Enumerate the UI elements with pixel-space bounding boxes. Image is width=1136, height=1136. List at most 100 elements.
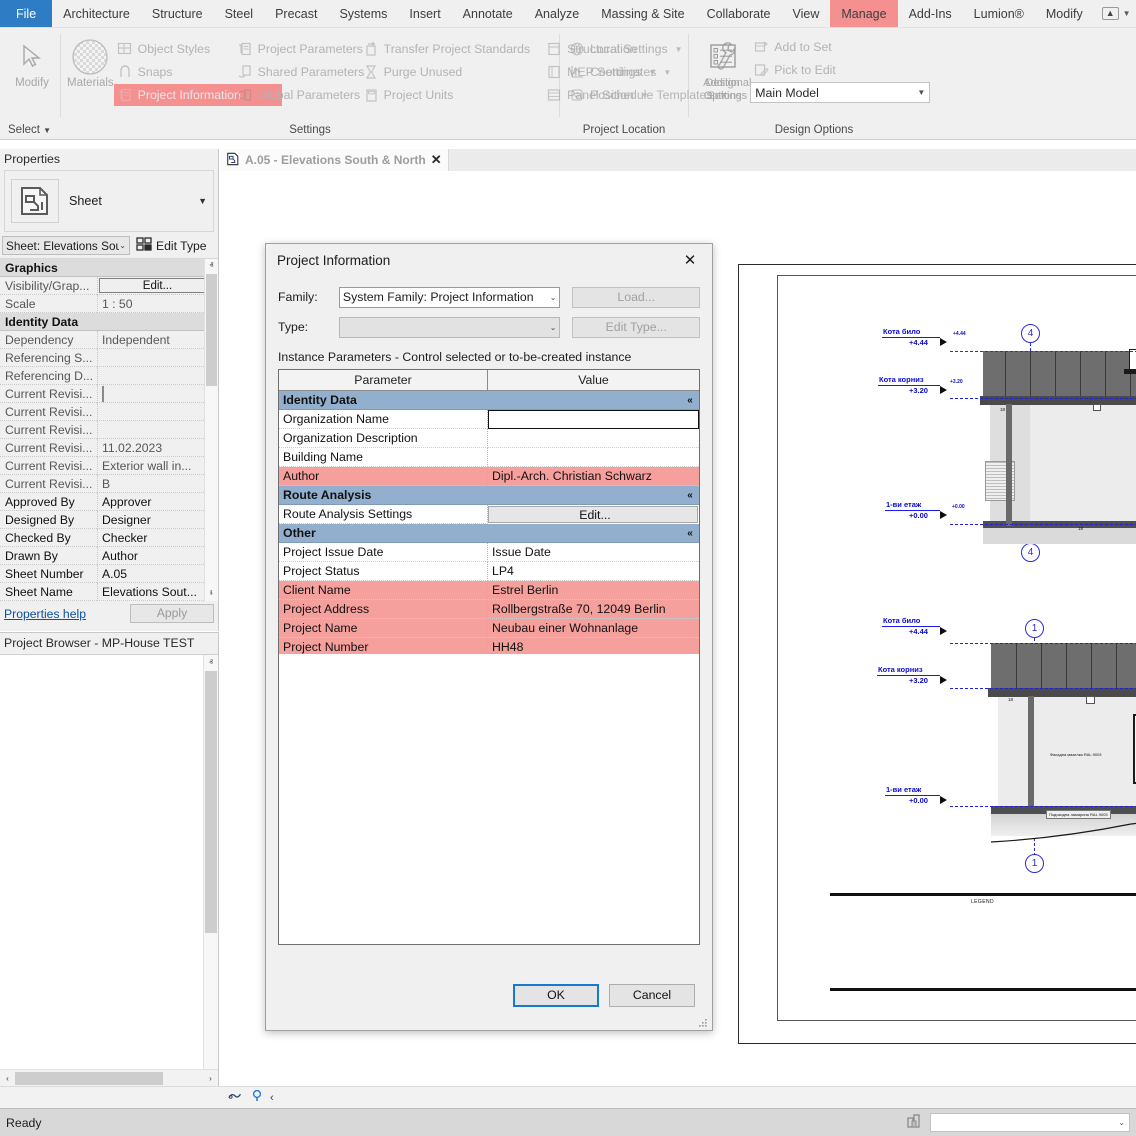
grid-bubble-4-bottom[interactable]: 4 [1021,543,1040,562]
purge-unused-button[interactable]: Purge Unused [360,61,536,83]
level-label-5[interactable]: 1-ви етаж [886,785,921,794]
project-status-input[interactable]: LP4 [488,562,699,581]
tab-systems[interactable]: Systems [328,0,398,27]
browser-horizontal-scrollbar[interactable]: ‹ › [0,1069,218,1086]
client-name-input[interactable]: Estrel Berlin [488,581,699,600]
param-section-identity-data[interactable]: Identity Data « [279,391,699,410]
param-section-route-analysis[interactable]: Route Analysis « [279,486,699,505]
shared-parameters-button[interactable]: Shared Parameters [234,61,360,83]
param-row-route-analysis-settings[interactable]: Route Analysis Settings Edit... [279,505,699,524]
tab-precast[interactable]: Precast [264,0,328,27]
ok-button[interactable]: OK [513,984,599,1007]
project-units-button[interactable]: Project Units [360,84,536,106]
tab-lumion[interactable]: Lumion® [963,0,1035,27]
family-combo[interactable]: System Family: Project Information ⌄ [339,287,561,308]
worksets-icon[interactable] [228,1089,244,1106]
param-row-project-issue-date[interactable]: Project Issue Date Issue Date [279,543,699,562]
level-label-3[interactable]: Кота било [883,616,920,625]
load-button[interactable]: Load... [572,287,700,308]
design-options-button[interactable]: Design Options [695,33,750,103]
author-input[interactable]: Dipl.-Arch. Christian Schwarz [488,467,699,486]
ribbon-display-options-button[interactable]: ▲ ▼ [1094,0,1136,27]
browser-scroll-thumb[interactable] [205,671,217,933]
add-to-set-button[interactable]: Add to Set [750,36,933,58]
coordinates-button[interactable]: Coordinates ▼ [566,61,682,83]
type-combo[interactable]: ⌄ [339,317,561,338]
param-row-building-name[interactable]: Building Name [279,448,699,467]
edit-type-button[interactable]: Edit Type... [572,317,700,338]
object-styles-button[interactable]: Object Styles [114,38,234,60]
param-row-project-address[interactable]: Project Address Rollbergstraße 70, 12049… [279,600,699,619]
scroll-up-icon[interactable]: ⱏ [204,655,218,670]
type-caret-icon[interactable]: ▼ [198,196,207,206]
pick-to-edit-button[interactable]: Pick to Edit [750,59,933,81]
scroll-right-icon[interactable]: › [203,1074,218,1083]
level-label-4[interactable]: Кота корниз [878,665,923,674]
project-address-input[interactable]: Rollbergstraße 70, 12049 Berlin [488,600,699,619]
param-row-project-name[interactable]: Project Name Neubau einer Wohnanlage [279,619,699,638]
project-parameters-button[interactable]: Project Parameters [234,38,360,60]
organization-name-input[interactable] [488,410,699,429]
location-button[interactable]: Location [566,38,682,60]
snaps-button[interactable]: Snaps [114,61,234,83]
tab-analyze[interactable]: Analyze [524,0,590,27]
position-button[interactable]: Position ▼ [566,84,682,106]
expand-left-icon[interactable]: ‹ [270,1092,274,1104]
design-options-status-icon[interactable] [252,1089,262,1106]
tab-insert[interactable]: Insert [398,0,451,27]
param-section-other[interactable]: Other « [279,524,699,543]
filter-selection-icon[interactable] [906,1112,924,1133]
cancel-button[interactable]: Cancel [609,984,695,1007]
project-name-input[interactable]: Neubau einer Wohnanlage [488,619,699,638]
tab-add-ins[interactable]: Add-Ins [898,0,963,27]
materials-button[interactable]: Materials [67,33,114,90]
view-tab-a05[interactable]: A.05 - Elevations South & North ✕ [220,149,449,171]
param-row-organization-description[interactable]: Organization Description [279,429,699,448]
grid-bubble-1-top[interactable]: 1 [1025,619,1044,638]
param-row-organization-name[interactable]: Organization Name [279,410,699,429]
apply-button[interactable]: Apply [130,604,214,623]
resize-grip-icon[interactable] [698,1017,708,1027]
tab-collaborate[interactable]: Collaborate [696,0,782,27]
type-selector-combo[interactable]: Sheet: Elevations Sou ⌄ [2,236,130,255]
building-name-input[interactable] [488,448,699,467]
global-parameters-button[interactable]: Global Parameters [234,84,360,106]
status-filter-combo[interactable]: ⌄ [930,1113,1130,1132]
collapse-icon[interactable]: « [681,524,699,543]
scroll-left-icon[interactable]: ‹ [0,1074,15,1083]
project-browser-tree[interactable]: ⱏ ⱛ ‹ › [0,654,218,1086]
project-issue-date-input[interactable]: Issue Date [488,543,699,562]
browser-h-thumb[interactable] [15,1072,163,1085]
scroll-down-icon[interactable]: ⱛ [205,587,218,601]
tab-massing-site[interactable]: Massing & Site [590,0,695,27]
properties-help-link[interactable]: Properties help [4,607,86,621]
tab-file[interactable]: File [0,0,52,27]
grid-bubble-1-bottom[interactable]: 1 [1025,854,1044,873]
transfer-project-standards-button[interactable]: Transfer Project Standards [360,38,536,60]
collapse-icon[interactable]: « [681,391,699,410]
level-label-2[interactable]: 1-ви етаж [886,500,921,509]
scroll-up-icon[interactable]: ⱏ [205,259,218,273]
level-label-1[interactable]: Кота корниз [879,375,924,384]
param-row-author[interactable]: Author Dipl.-Arch. Christian Schwarz [279,467,699,486]
properties-scroll-thumb[interactable] [206,274,217,386]
tab-structure[interactable]: Structure [141,0,214,27]
close-icon[interactable]: ✕ [668,245,712,276]
tab-manage[interactable]: Manage [830,0,897,27]
modify-button[interactable]: Modify [10,33,54,90]
level-label-0[interactable]: Кота било [883,327,920,336]
type-selector-preview[interactable]: Sheet ▼ [4,170,214,232]
grid-bubble-4-top[interactable]: 4 [1021,324,1040,343]
tab-steel[interactable]: Steel [214,0,265,27]
properties-scrollbar[interactable]: ⱏ ⱛ [204,259,218,601]
edit-type-button[interactable]: Edit Type [136,237,207,254]
browser-vertical-scrollbar[interactable]: ⱏ ⱛ [203,655,218,1086]
param-row-client-name[interactable]: Client Name Estrel Berlin [279,581,699,600]
tab-view[interactable]: View [782,0,831,27]
tab-modify[interactable]: Modify [1035,0,1094,27]
organization-description-input[interactable] [488,429,699,448]
design-options-combo[interactable]: Main Model ▼ [750,82,930,103]
collapse-icon[interactable]: « [681,486,699,505]
tab-annotate[interactable]: Annotate [452,0,524,27]
close-icon[interactable]: ✕ [431,152,442,168]
